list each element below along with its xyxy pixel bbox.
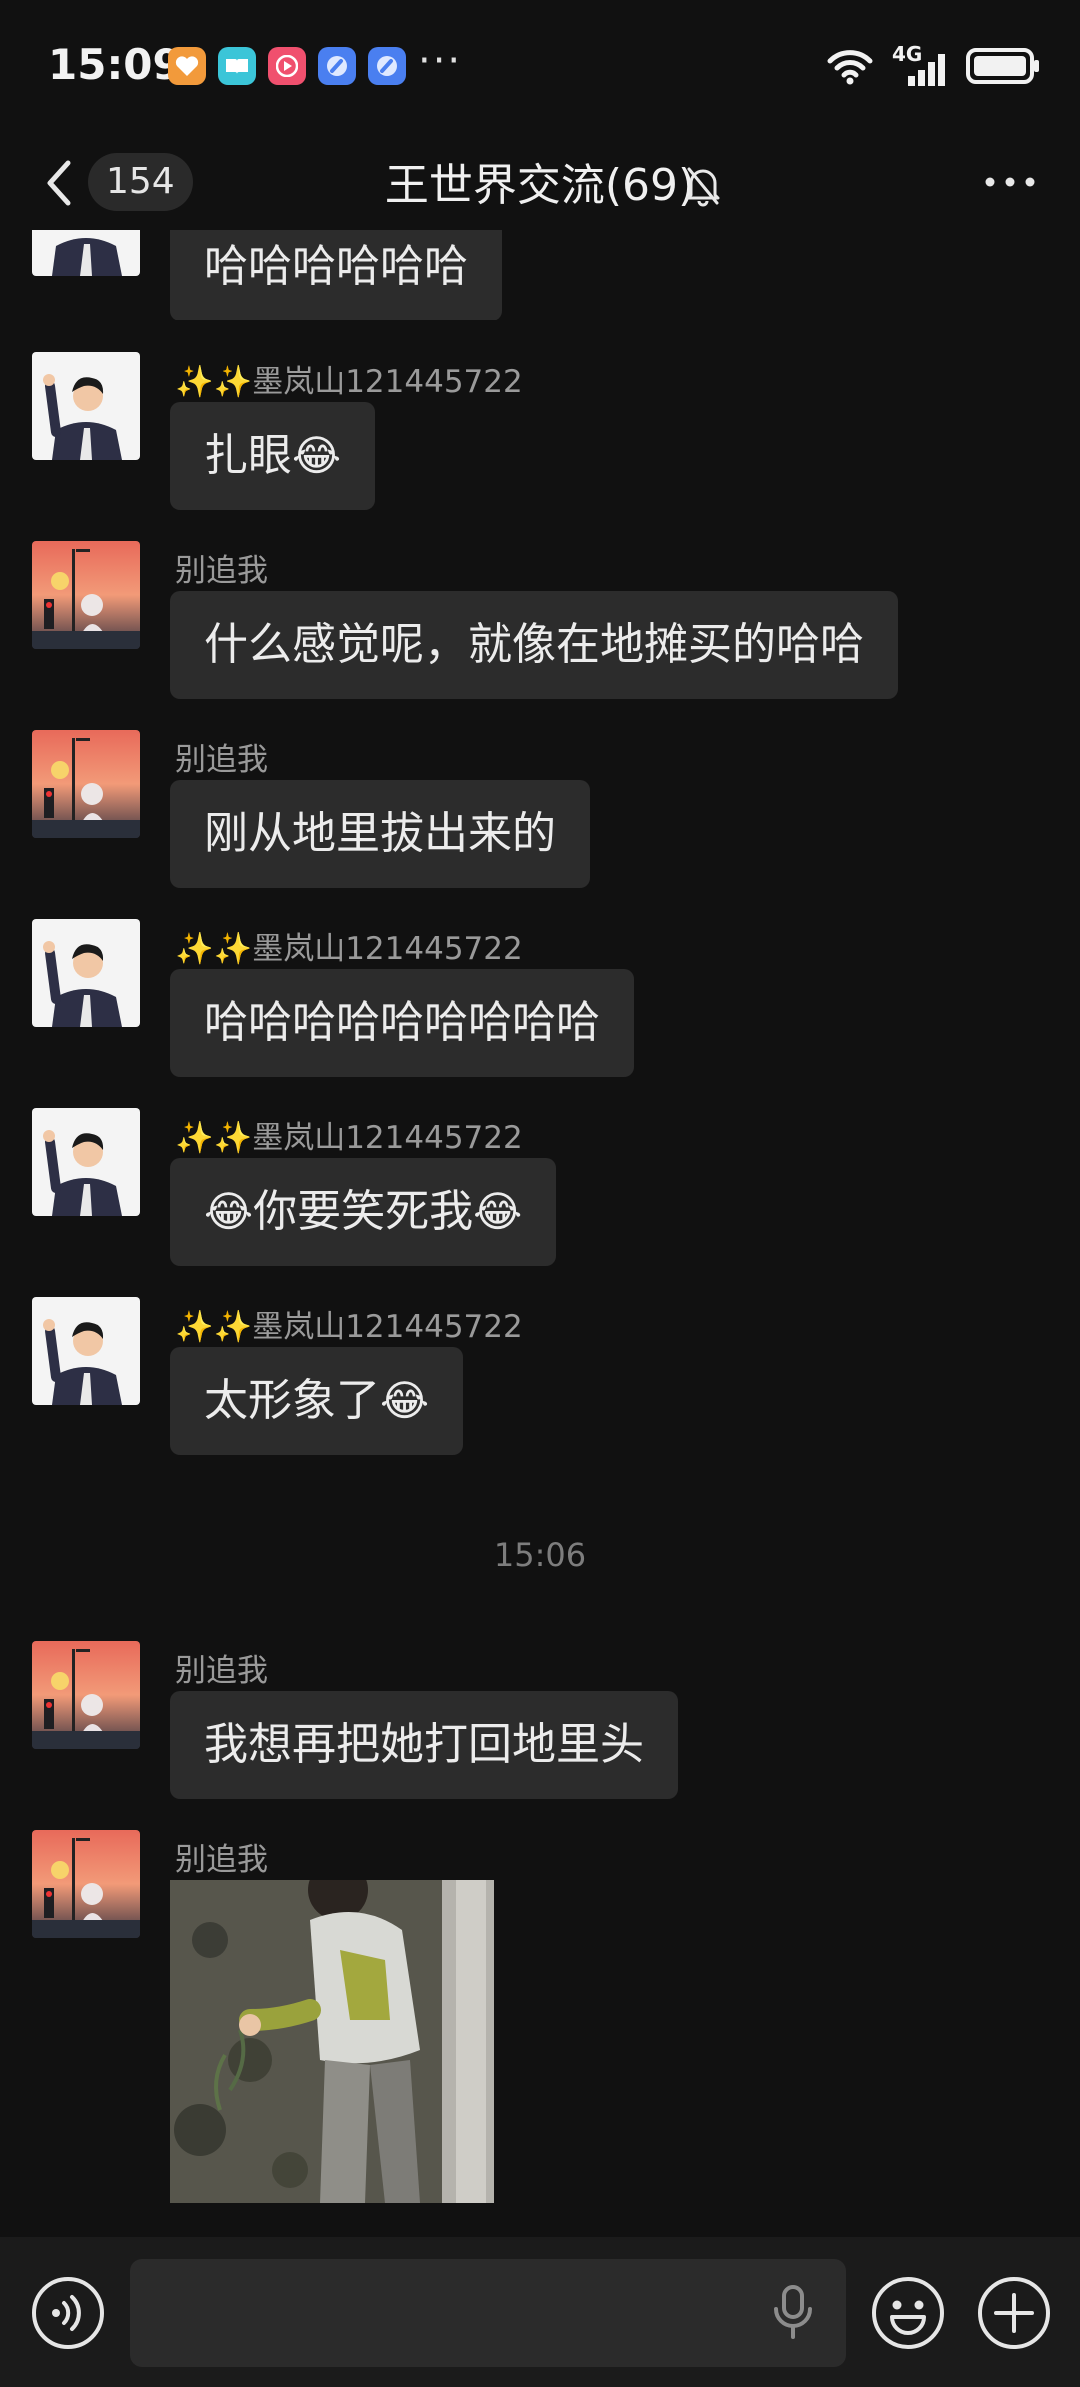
message-timestamp: 15:06 [493,1536,587,1574]
message-item: 哈哈哈哈哈哈 [0,230,1080,320]
sender-name[interactable]: ✨✨墨岚山121445722 [175,1112,523,1157]
more-options-icon[interactable] [980,167,1040,197]
sender-name[interactable]: ✨✨墨岚山121445722 [175,1301,523,1346]
message-bubble[interactable]: 我想再把她打回地里头 [170,1691,678,1799]
avatar[interactable] [32,1108,140,1216]
sender-name[interactable]: ✨✨墨岚山121445722 [175,356,523,401]
avatar-boy-waving-icon [32,1108,140,1216]
sender-name[interactable]: ✨✨墨岚山121445722 [175,923,523,968]
sender-name[interactable]: 别追我 [175,1834,268,1879]
message-input[interactable] [130,2259,846,2367]
message-bubble[interactable]: 太形象了😂 [170,1347,464,1455]
status-time: 15:09 [48,40,182,89]
laugh-cry-emoji: 😂 [292,431,342,480]
message-image[interactable] [170,1880,494,2203]
message-bubble[interactable]: 扎眼😂 [170,402,376,510]
cellular-signal-icon: 4G [892,42,948,86]
message-item: 别追我 [0,1830,1080,1950]
muted-bell-icon [686,167,720,207]
message-text: 哈哈哈哈哈哈哈哈哈 [204,997,600,1048]
sender-name[interactable]: 别追我 [175,734,268,779]
avatar-sunset-icon [32,541,140,649]
message-text: 我想再把她打回地里头 [204,1719,644,1770]
sender-name[interactable]: 别追我 [175,1645,268,1690]
avatar[interactable] [32,1830,140,1938]
emoji-icon[interactable] [870,2275,946,2351]
message-bubble[interactable]: 哈哈哈哈哈哈 [170,230,502,320]
message-bubble[interactable]: 哈哈哈哈哈哈哈哈哈 [170,969,634,1077]
message-input-bar [0,2237,1080,2387]
microphone-icon[interactable] [770,2283,816,2341]
chat-header: 154 王世界交流(69) [0,135,1080,230]
message-text: 什么感觉呢，就像在地摊买的哈哈 [204,619,864,670]
avatar-boy-waving-icon [32,352,140,460]
message-item: 别追我 什么感觉呢，就像在地摊买的哈哈 [0,541,1080,701]
avatar-boy-waving-icon [32,230,140,276]
message-item: 别追我 我想再把她打回地里头 [0,1641,1080,1801]
message-bubble[interactable]: 什么感觉呢，就像在地摊买的哈哈 [170,591,898,699]
message-item: ✨✨墨岚山121445722 哈哈哈哈哈哈哈哈哈 [0,919,1080,1079]
avatar[interactable] [32,730,140,838]
avatar-sunset-icon [32,730,140,838]
avatar[interactable] [32,352,140,460]
laugh-cry-emoji: 😂 [380,1376,430,1425]
browser-app-icon [318,47,356,85]
message-text: 扎眼 [204,430,292,481]
status-indicators: 4G [826,42,1040,88]
photo-child-in-field [170,1880,494,2203]
message-item: 别追我 刚从地里拔出来的 [0,730,1080,890]
avatar[interactable] [32,1297,140,1405]
voice-mode-icon[interactable] [30,2275,106,2351]
chat-title[interactable]: 王世界交流(69) [385,160,695,211]
avatar-sunset-icon [32,1830,140,1938]
avatar[interactable] [32,230,140,276]
laugh-cry-emoji: 😂 [204,1187,254,1236]
avatar-boy-waving-icon [32,1297,140,1405]
message-item: ✨✨墨岚山121445722 扎眼😂 [0,352,1080,512]
browser-app-icon-2 [368,47,406,85]
status-bar: 15:09 ··· 4G [0,0,1080,135]
avatar[interactable] [32,1641,140,1749]
message-text: 哈哈哈哈哈哈 [204,241,468,292]
book-app-icon [218,47,256,85]
message-text: 刚从地里拔出来的 [204,808,556,859]
avatar[interactable] [32,919,140,1027]
message-bubble[interactable]: 刚从地里拔出来的 [170,780,590,888]
add-attachment-icon[interactable] [976,2275,1052,2351]
message-item: ✨✨墨岚山121445722 😂你要笑死我😂 [0,1108,1080,1268]
message-text: 太形象了 [204,1375,380,1426]
avatar-sunset-icon [32,1641,140,1749]
more-notifications-icon: ··· [418,38,463,84]
avatar[interactable] [32,541,140,649]
sender-name[interactable]: 别追我 [175,545,268,590]
health-app-icon [168,47,206,85]
battery-icon [966,48,1039,84]
message-bubble[interactable]: 😂你要笑死我😂 [170,1158,557,1266]
video-app-icon [268,47,306,85]
avatar-boy-waving-icon [32,919,140,1027]
laugh-cry-emoji: 😂 [473,1187,523,1236]
message-item: ✨✨墨岚山121445722 太形象了😂 [0,1297,1080,1457]
wifi-icon [827,50,873,85]
message-text: 你要笑死我 [253,1186,474,1237]
